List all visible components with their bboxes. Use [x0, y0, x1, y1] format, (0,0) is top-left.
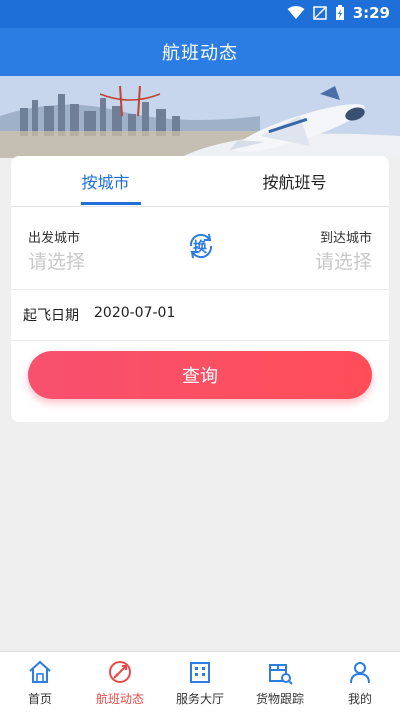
active-tab-indicator	[81, 202, 141, 205]
status-time: 3:29	[352, 4, 390, 22]
nav-label-mine: 我的	[347, 692, 372, 706]
tab-by-flight-number[interactable]: 按航班号	[200, 156, 389, 206]
building-icon	[190, 662, 210, 683]
arrival-city-select[interactable]: 请选择	[315, 247, 372, 274]
swap-label: 换	[193, 240, 207, 256]
tab-by-city[interactable]: 按城市	[11, 156, 200, 206]
nav-label-flight-status: 航班动态	[95, 692, 144, 706]
departure-date-value[interactable]: 2020-07-01	[94, 305, 175, 321]
swap-cities-button[interactable]: 换	[185, 230, 217, 262]
app-bar: 航班动态	[0, 28, 400, 76]
nav-item-service-hall[interactable]: 服务大厅	[160, 652, 240, 712]
user-icon	[350, 662, 370, 684]
nav-item-flight-status[interactable]: 航班动态	[80, 652, 160, 712]
departure-date-row[interactable]: 起飞日期 2020-07-01	[11, 290, 389, 341]
cargo-tracking-icon	[269, 664, 293, 685]
home-icon	[29, 660, 51, 683]
search-card: 按城市 按航班号 出发城市 请选择 到达城市 请选择 换 起飞日期 2020-0…	[11, 156, 389, 422]
query-button[interactable]: 查询	[28, 351, 372, 399]
wifi-icon	[287, 6, 305, 19]
banner-image	[0, 76, 400, 158]
nav-label-service-hall: 服务大厅	[175, 692, 224, 706]
no-signal-icon	[312, 6, 327, 20]
nav-label-cargo-tracking: 货物跟踪	[255, 692, 304, 706]
battery-charging-icon	[335, 5, 344, 20]
departure-city-label: 出发城市	[28, 231, 81, 246]
departure-city-select[interactable]: 请选择	[28, 247, 85, 274]
nav-item-home[interactable]: 首页	[0, 652, 80, 712]
city-airplane-illustration	[0, 76, 400, 158]
departure-date-label: 起飞日期	[23, 308, 79, 324]
status-icons: 3:29	[287, 4, 390, 22]
flight-status-icon	[109, 661, 131, 683]
nav-item-cargo-tracking[interactable]: 货物跟踪	[240, 652, 320, 712]
nav-label-home: 首页	[27, 692, 52, 706]
bottom-navigation: 首页 航班动态 服务大厅 货物跟踪 我的	[0, 651, 400, 712]
search-mode-tabs: 按城市 按航班号	[11, 156, 389, 207]
status-bar: 3:29	[0, 0, 400, 28]
arrival-city-label: 到达城市	[319, 231, 372, 246]
page-title: 航班动态	[162, 43, 238, 64]
nav-item-mine[interactable]: 我的	[320, 652, 400, 712]
